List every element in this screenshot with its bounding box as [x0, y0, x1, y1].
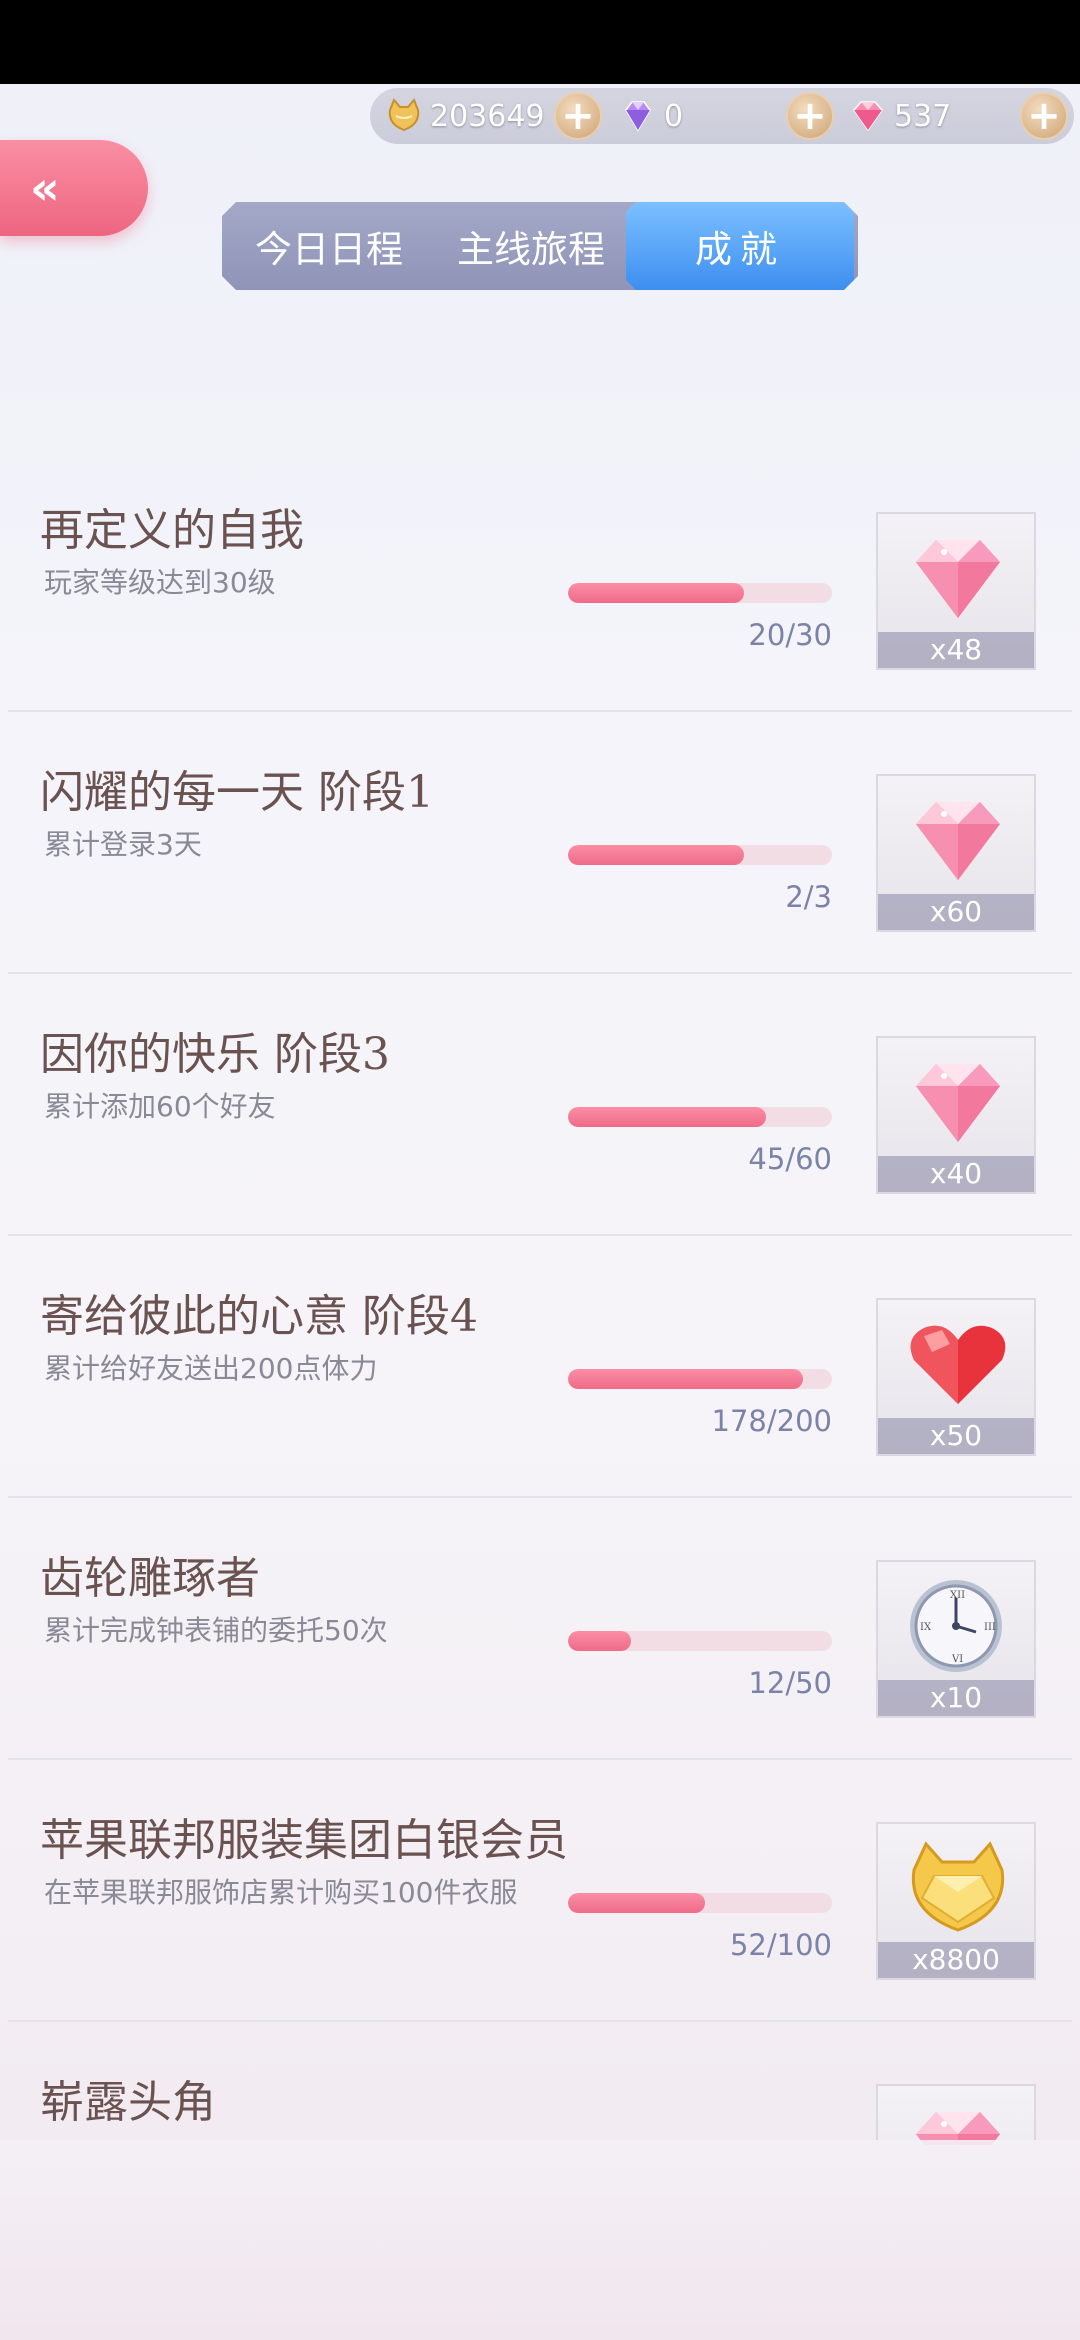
tab-main-journey[interactable]: 主线旅程 [436, 202, 626, 290]
progress-text: 45/60 [748, 1142, 832, 1176]
achievement-description: 在苹果联邦服饰店累计购买100件衣服 [44, 1876, 518, 1909]
pink-diamond-icon [898, 784, 1018, 894]
back-arrow-icon: « [30, 161, 60, 215]
tab-achievements[interactable]: 成就 [626, 202, 854, 290]
tab-bar: 今日日程 主线旅程 成就 [222, 202, 858, 290]
achievement-row: 因你的快乐 阶段3 累计添加60个好友 45/60 x40 [0, 974, 1080, 1236]
gold-value: 203649 [430, 98, 545, 134]
cat-gold-coin-icon [388, 98, 420, 132]
reward-count: x8800 [878, 1942, 1034, 1978]
pink-diamond-icon [898, 522, 1018, 632]
add-crystal-button[interactable]: + [1020, 92, 1068, 140]
achievement-row: 苹果联邦服装集团白银会员在苹果联邦服饰店累计购买100件衣服 52/100 x880… [0, 1760, 1080, 2022]
progress-bar [568, 845, 832, 865]
svg-text:IX: IX [920, 1622, 932, 1633]
progress-fill [568, 1107, 766, 1127]
reward-box[interactable]: x8800 [876, 1822, 1036, 1980]
achievement-title: 寄给彼此的心意 阶段4 [40, 1291, 478, 1342]
reward-count: x50 [878, 1418, 1034, 1454]
progress-text: 12/50 [748, 1666, 832, 1700]
reward-count: x10 [878, 1680, 1034, 1716]
reward-count: x48 [878, 632, 1034, 668]
currency-bar: 203649 + 0 + 537 + [370, 88, 1074, 144]
progress-text: 20/30 [748, 618, 832, 652]
progress-text: 52/100 [729, 1928, 832, 1962]
achievement-row: 闪耀的每一天 阶段1 累计登录3天 2/3 x60 [0, 712, 1080, 974]
achievement-title: 闪耀的每一天 阶段1 [40, 767, 434, 818]
achievement-row: 齿轮雕琢者累计完成钟表铺的委托50次 12/50 XII III VI IX x10 [0, 1498, 1080, 1760]
reward-box[interactable] [876, 2084, 1036, 2145]
diamond-value: 0 [664, 98, 684, 134]
achievement-description: 累计完成钟表铺的委托50次 [44, 1614, 388, 1647]
achievement-title: 再定义的自我 [40, 505, 304, 556]
add-gold-button[interactable]: + [554, 92, 602, 140]
gold-cat-coin-icon [898, 1832, 1018, 1942]
tab-daily-schedule[interactable]: 今日日程 [234, 202, 424, 290]
progress-fill [568, 1893, 706, 1913]
reward-count: x40 [878, 1156, 1034, 1192]
achievement-description: 累计登录3天 [44, 828, 202, 861]
progress-text: 2/3 [785, 880, 832, 914]
bottom-fade [0, 2140, 1080, 2340]
progress-bar [568, 1369, 832, 1389]
purple-diamond-icon [625, 101, 651, 132]
progress-fill [568, 1369, 803, 1389]
achievement-description: 玩家等级达到30级 [44, 566, 276, 599]
diamond-currency: 0 [618, 88, 683, 144]
svg-text:XII: XII [950, 1590, 965, 1601]
progress-bar [568, 1631, 832, 1651]
achievement-list[interactable]: 再定义的自我玩家等级达到30级 20/30 x48 闪耀的每一天 阶段1 累计登录3天 2… [0, 450, 1080, 2145]
reward-box[interactable]: x60 [876, 774, 1036, 932]
pocket-watch-icon: XII III VI IX [898, 1570, 1018, 1680]
achievement-row: 再定义的自我玩家等级达到30级 20/30 x48 [0, 450, 1080, 712]
progress-text: 178/200 [711, 1404, 832, 1438]
status-bar [0, 0, 1080, 84]
reward-box[interactable]: XII III VI IX x10 [876, 1560, 1036, 1718]
progress-bar [568, 583, 832, 603]
reward-box[interactable]: x40 [876, 1036, 1036, 1194]
achievement-title: 齿轮雕琢者 [40, 1553, 260, 1604]
achievement-title: 苹果联邦服装集团白银会员 [40, 1815, 568, 1866]
achievement-description: 累计添加60个好友 [44, 1090, 276, 1123]
progress-bar [568, 1107, 832, 1127]
achievement-title: 因你的快乐 阶段3 [40, 1029, 390, 1080]
progress-fill [568, 1631, 632, 1651]
pink-diamond-icon [898, 1046, 1018, 1156]
pink-diamond-icon [853, 101, 883, 132]
svg-text:VI: VI [951, 1654, 963, 1665]
red-heart-icon [898, 1308, 1018, 1418]
back-button[interactable]: « [0, 140, 148, 236]
svg-text:III: III [984, 1622, 996, 1633]
add-diamond-button[interactable]: + [786, 92, 834, 140]
crystal-currency: 537 [848, 88, 951, 144]
crystal-value: 537 [894, 98, 952, 134]
reward-box[interactable]: x48 [876, 512, 1036, 670]
progress-bar [568, 1893, 832, 1913]
reward-box[interactable]: x50 [876, 1298, 1036, 1456]
achievement-row: 寄给彼此的心意 阶段4 累计给好友送出200点体力 178/200 x50 [0, 1236, 1080, 1498]
achievement-row: 崭露头角 [0, 2022, 1080, 2145]
pink-diamond-icon [898, 2094, 1018, 2145]
progress-fill [568, 583, 744, 603]
achievement-title: 崭露头角 [40, 2077, 216, 2128]
achievement-description: 累计给好友送出200点体力 [44, 1352, 378, 1385]
reward-count: x60 [878, 894, 1034, 930]
gold-currency: 203649 [384, 88, 545, 144]
progress-fill [568, 845, 744, 865]
